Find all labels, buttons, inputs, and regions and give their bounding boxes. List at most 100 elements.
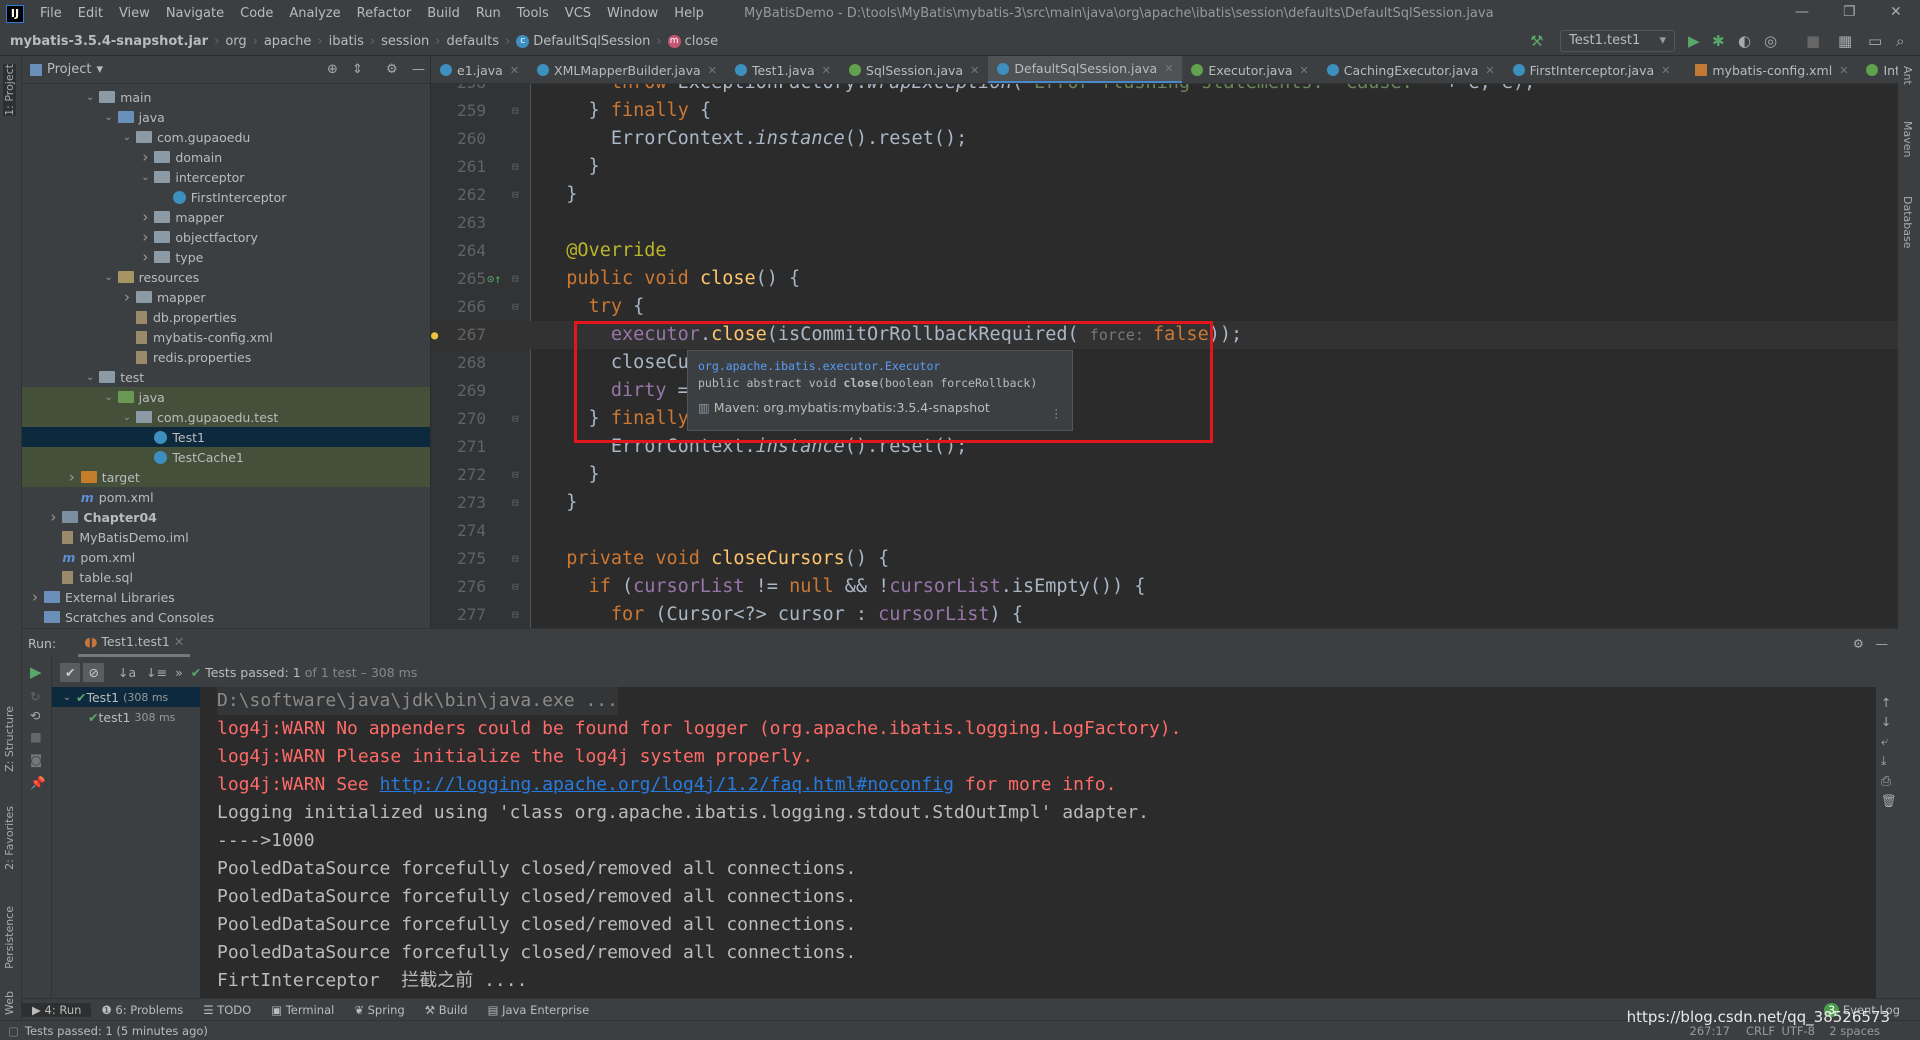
profile-icon[interactable]: ◎: [1764, 32, 1777, 50]
intention-bulb-icon[interactable]: ●: [431, 321, 438, 349]
chevron-down-icon[interactable]: ⌄: [81, 372, 99, 383]
locate-icon[interactable]: ⊕: [327, 62, 338, 77]
menu-help[interactable]: Help: [666, 6, 712, 21]
breadcrumb-method[interactable]: close: [685, 34, 718, 49]
menu-build[interactable]: Build: [419, 6, 468, 21]
breadcrumb-org[interactable]: org: [225, 34, 246, 49]
hide-panel-icon[interactable]: —: [412, 62, 425, 77]
menu-window[interactable]: Window: [599, 6, 666, 21]
chevron-down-icon[interactable]: ⌄: [100, 112, 118, 123]
menu-code[interactable]: Code: [232, 6, 281, 21]
chevron-right-icon[interactable]: ›: [118, 288, 136, 306]
chevron-right-icon[interactable]: ›: [136, 248, 154, 266]
run-config-select[interactable]: Test1.test1 ▾: [1560, 30, 1675, 52]
menu-navigate[interactable]: Navigate: [158, 6, 232, 21]
tree-item[interactable]: FirstInterceptor: [22, 187, 430, 207]
scroll-down-icon[interactable]: ↓: [1876, 712, 1898, 731]
chevron-down-icon[interactable]: ⌄: [118, 412, 136, 423]
more-options-icon[interactable]: ⋮: [1051, 406, 1063, 420]
fold-marker-icon[interactable]: ⊟: [512, 489, 519, 517]
editor-tab[interactable]: DefaultSqlSession.java ✕: [988, 56, 1183, 83]
fold-marker-icon[interactable]: ⊟: [512, 265, 519, 293]
close-tab-icon[interactable]: ✕: [510, 64, 519, 77]
tree-item[interactable]: table.sql: [22, 567, 430, 587]
editor-tab[interactable]: Executor.java ✕: [1182, 56, 1317, 83]
close-tab-icon[interactable]: ✕: [1485, 64, 1494, 77]
console-output[interactable]: D:\software\java\jdk\bin\java.exe ... log…: [200, 687, 1876, 999]
project-structure-icon[interactable]: ▦: [1838, 32, 1852, 50]
maven-tool-button[interactable]: Maven: [1901, 121, 1914, 157]
structure-tool-button[interactable]: Z: Structure: [3, 706, 16, 772]
show-passed-toggle[interactable]: ✔: [60, 662, 81, 682]
editor-tab[interactable]: FirstInterceptor.java ✕: [1504, 56, 1680, 83]
chevron-right-icon[interactable]: ›: [136, 208, 154, 226]
test-item[interactable]: ⌄ ✔ Test1 (308 ms: [52, 687, 200, 707]
menu-refactor[interactable]: Refactor: [349, 6, 420, 21]
tree-item[interactable]: ⌄ com.gupaoedu.test: [22, 407, 430, 427]
fold-marker-icon[interactable]: ⊟: [512, 153, 519, 181]
show-ignored-toggle[interactable]: ⊘: [83, 662, 104, 682]
tree-item[interactable]: redis.properties: [22, 347, 430, 367]
tree-item[interactable]: mybatis-config.xml: [22, 327, 430, 347]
collapse-all-icon[interactable]: ⇕: [352, 62, 363, 77]
editor-tab[interactable]: mybatis-config.xml ✕: [1679, 56, 1857, 83]
close-tab-icon[interactable]: ✕: [708, 64, 717, 77]
sort-alpha-icon[interactable]: ↓a: [118, 665, 136, 680]
breadcrumb-class[interactable]: DefaultSqlSession: [533, 34, 650, 49]
project-view-select[interactable]: Project: [47, 62, 91, 77]
doc-package-link[interactable]: org.apache.ibatis.executor.Executor: [698, 359, 1062, 373]
editor-tab[interactable]: Test1.java ✕: [726, 56, 840, 83]
stop-icon[interactable]: ■: [22, 725, 51, 748]
restore-button[interactable]: ❐: [1843, 4, 1856, 20]
chevron-down-icon[interactable]: ⌄: [136, 172, 154, 183]
console-link[interactable]: http://logging.apache.org/log4j/1.2/faq.…: [380, 774, 954, 795]
menu-vcs[interactable]: VCS: [557, 6, 599, 21]
tree-item[interactable]: › target: [22, 467, 430, 487]
fold-marker-icon[interactable]: ⊟: [512, 545, 519, 573]
tree-item[interactable]: TestCache1: [22, 447, 430, 467]
editor-tab[interactable]: e1.java ✕: [431, 56, 528, 83]
rerun-failed-icon[interactable]: ↻: [22, 687, 51, 706]
tree-item[interactable]: › objectfactory: [22, 227, 430, 247]
chevron-right-icon[interactable]: ›: [136, 148, 154, 166]
gear-icon[interactable]: ⚙: [386, 62, 398, 77]
tool-run[interactable]: ▶ 4: Run: [22, 1002, 92, 1017]
tree-item[interactable]: ⌄ java: [22, 387, 430, 407]
breadcrumb-defaults[interactable]: defaults: [446, 34, 499, 49]
web-tool-button[interactable]: Web: [3, 991, 16, 1015]
breadcrumb-session[interactable]: session: [381, 34, 429, 49]
menu-file[interactable]: File: [32, 6, 70, 21]
tree-item[interactable]: Test1: [22, 427, 430, 447]
print-icon[interactable]: ⎙: [1876, 771, 1898, 791]
chevron-down-icon[interactable]: ⌄: [100, 272, 118, 283]
chevron-right-icon[interactable]: ›: [44, 508, 62, 526]
close-tab-icon[interactable]: ✕: [1300, 64, 1309, 77]
chevron-down-icon[interactable]: ⌄: [118, 132, 136, 143]
tree-item[interactable]: › mapper: [22, 207, 430, 227]
scroll-to-end-icon[interactable]: ⤓: [1876, 751, 1898, 771]
tree-item[interactable]: ⌄ interceptor: [22, 167, 430, 187]
tree-item[interactable]: Scratches and Consoles: [22, 607, 430, 627]
layout-toggle-icon[interactable]: ▢: [8, 1024, 19, 1038]
project-tool-button[interactable]: 1: Project: [3, 64, 16, 116]
scroll-up-icon[interactable]: ↑: [1876, 687, 1898, 712]
chevron-right-icon[interactable]: ›: [26, 588, 44, 606]
override-gutter-icon[interactable]: ⊙↑: [487, 265, 501, 293]
more-icon[interactable]: »: [175, 665, 183, 680]
tree-item[interactable]: › External Libraries: [22, 587, 430, 607]
tree-item[interactable]: m pom.xml: [22, 487, 430, 507]
menu-edit[interactable]: Edit: [70, 6, 111, 21]
tool-java-enterprise[interactable]: ▤ Java Enterprise: [478, 1003, 600, 1017]
database-tool-button[interactable]: Database: [1901, 196, 1914, 249]
test-item[interactable]: ✔ test1 308 ms: [52, 707, 200, 727]
editor-tab[interactable]: Intercepts.java✕: [1857, 56, 1898, 83]
editor-tab[interactable]: CachingExecutor.java ✕: [1318, 56, 1504, 83]
tree-item[interactable]: › Chapter04: [22, 507, 430, 527]
coverage-icon[interactable]: ◐: [1738, 32, 1751, 50]
soft-wrap-icon[interactable]: ⤶: [1876, 731, 1898, 751]
tool-build[interactable]: ⚒ Build: [415, 1003, 478, 1017]
gear-icon[interactable]: ⚙: [1853, 636, 1864, 651]
tree-item[interactable]: › mapper: [22, 287, 430, 307]
chevron-right-icon[interactable]: ›: [63, 468, 81, 486]
sort-duration-icon[interactable]: ↓≡: [146, 665, 167, 680]
